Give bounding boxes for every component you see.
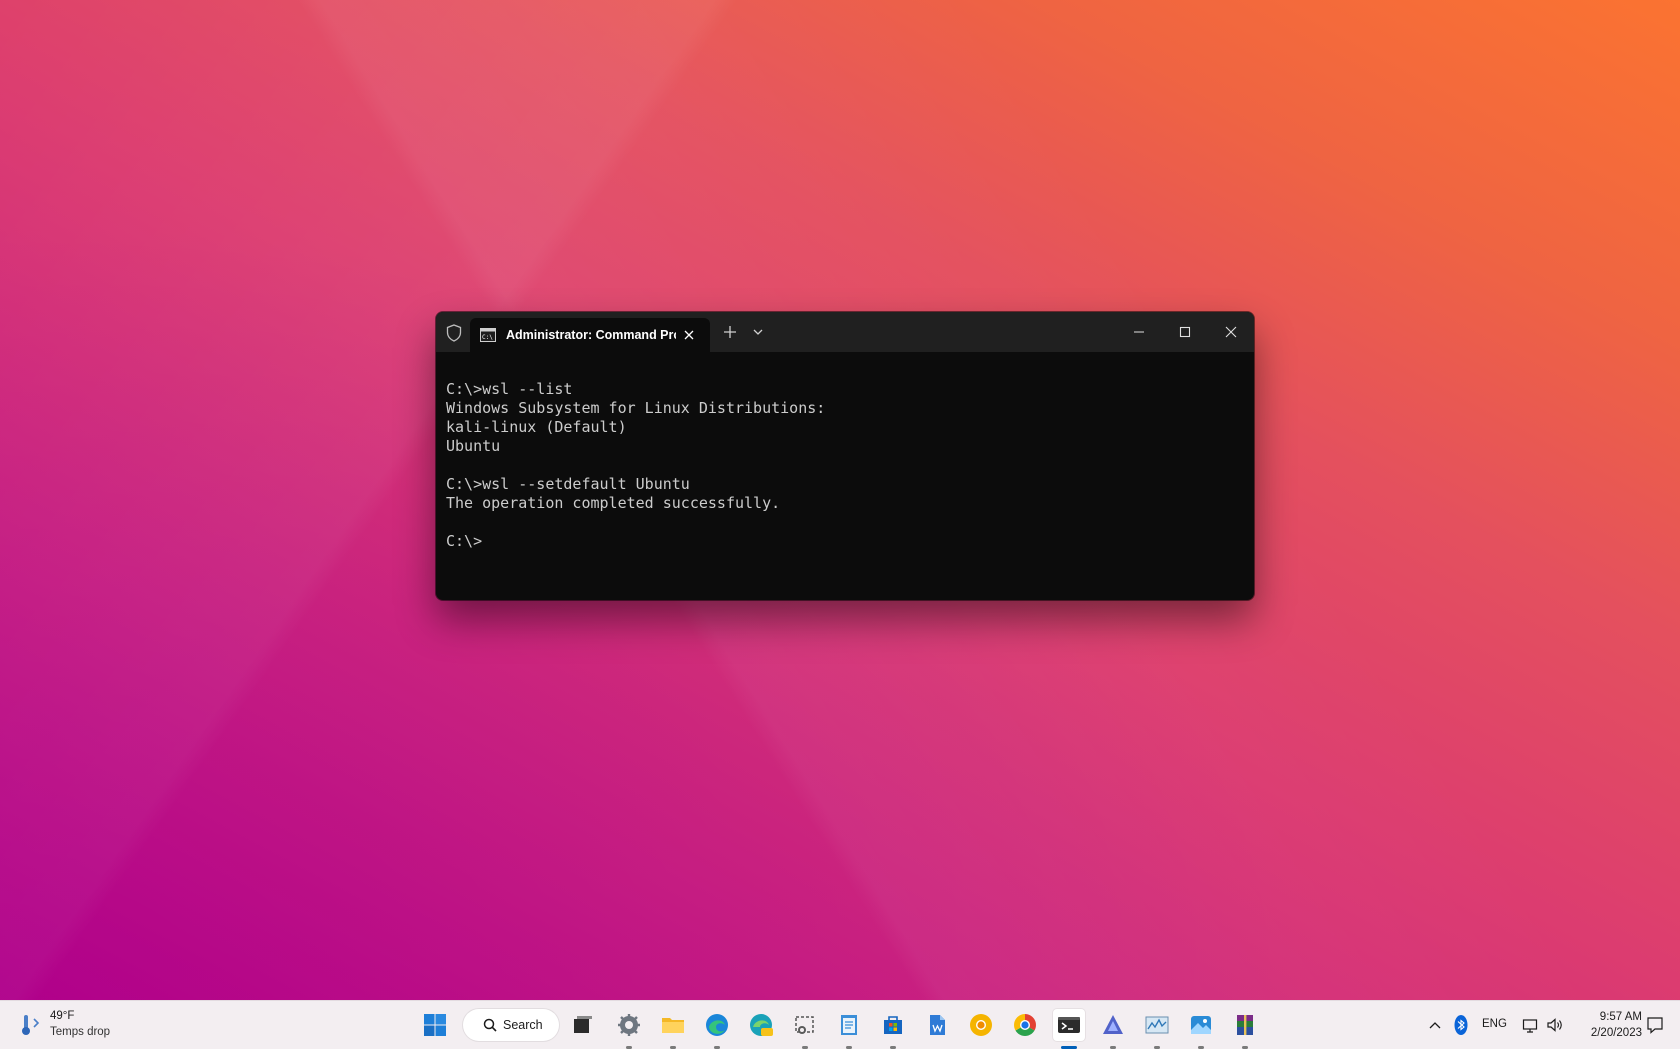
word-document-button[interactable] [921, 1009, 953, 1041]
terminal-button[interactable] [1053, 1009, 1085, 1049]
chevron-down-icon[interactable] [752, 326, 764, 338]
console-line: The operation completed successfully. [446, 494, 781, 512]
maximize-icon [1179, 326, 1191, 338]
input-language[interactable]: ENG [1482, 1018, 1507, 1030]
terminal-icon [1058, 1017, 1080, 1033]
microsoft-store-button[interactable] [877, 1009, 909, 1049]
title-bar[interactable]: C:\ Administrator: Command Pro [436, 312, 1254, 352]
svg-text:C:\: C:\ [482, 334, 493, 341]
close-window-button[interactable] [1208, 312, 1254, 352]
minimize-icon [1134, 331, 1144, 333]
word-document-icon [930, 1015, 945, 1035]
command-prompt-icon: C:\ [480, 328, 496, 342]
thermometer-icon [22, 1015, 40, 1035]
chrome-canary-button[interactable] [965, 1009, 997, 1041]
notepad-button[interactable] [833, 1009, 865, 1049]
search-label: Search [503, 1018, 543, 1032]
search-icon [483, 1018, 497, 1032]
edge-canary-icon [750, 1014, 773, 1036]
weather-condition: Temps drop [50, 1026, 111, 1038]
performance-monitor-button[interactable] [1141, 1009, 1173, 1049]
minimize-button[interactable] [1116, 312, 1162, 352]
console-line: kali-linux (Default) [446, 418, 627, 436]
affinity-button[interactable] [1097, 1009, 1129, 1049]
edge-canary-button[interactable] [745, 1009, 777, 1041]
taskbar-search-button[interactable]: Search [463, 1009, 559, 1041]
console-line: C:\>wsl --setdefault Ubuntu [446, 475, 690, 493]
console-line: Windows Subsystem for Linux Distribution… [446, 399, 826, 417]
maximize-button[interactable] [1162, 312, 1208, 352]
settings-icon [618, 1014, 640, 1036]
tab-command-prompt[interactable]: C:\ Administrator: Command Pro [470, 318, 710, 352]
performance-monitor-icon [1145, 1016, 1169, 1034]
taskbar: 49°F Temps drop Search ENG 9:57 AM 2/20/… [0, 1000, 1680, 1049]
network-icon[interactable] [1522, 1013, 1540, 1037]
chevron-up-icon[interactable] [1428, 1013, 1442, 1037]
snipping-tool-button[interactable] [789, 1009, 821, 1049]
chrome-icon [1014, 1014, 1036, 1036]
console-output[interactable]: C:\>wsl --list Windows Subsystem for Linu… [446, 380, 1244, 551]
snipping-tool-icon [795, 1016, 814, 1034]
close-icon [1225, 326, 1237, 338]
edge-button[interactable] [701, 1009, 733, 1049]
console-line: Ubuntu [446, 437, 501, 455]
clock-time: 9:57 AM [1599, 1011, 1642, 1023]
photos-button[interactable] [1185, 1009, 1217, 1049]
weather-temperature: 49°F [50, 1010, 75, 1022]
chrome-canary-icon [970, 1014, 992, 1036]
volume-icon[interactable] [1546, 1013, 1564, 1037]
tab-title: Administrator: Command Pro [506, 328, 676, 342]
start-button[interactable] [419, 1009, 451, 1041]
windows-logo-icon [424, 1014, 446, 1036]
settings-button[interactable] [613, 1009, 645, 1049]
microsoft-store-icon [884, 1016, 902, 1034]
task-view-button[interactable] [567, 1009, 599, 1041]
console-line: C:\>wsl --list [446, 380, 573, 398]
task-view-icon [574, 1016, 592, 1033]
file-explorer-icon [662, 1018, 684, 1033]
new-tab-icon[interactable] [722, 324, 738, 340]
winrar-button[interactable] [1229, 1009, 1261, 1049]
weather-widget[interactable]: 49°F Temps drop [18, 1009, 128, 1043]
chrome-button[interactable] [1009, 1009, 1041, 1041]
notepad-icon [841, 1015, 857, 1035]
winrar-icon [1237, 1015, 1253, 1035]
shield-icon [446, 324, 462, 342]
photos-icon [1191, 1016, 1211, 1034]
file-explorer-button[interactable] [657, 1009, 689, 1049]
affinity-icon [1103, 1015, 1123, 1034]
notification-icon[interactable] [1646, 1015, 1664, 1035]
edge-icon [706, 1014, 728, 1036]
terminal-window[interactable]: C:\ Administrator: Command Pro C:\>wsl -… [436, 312, 1254, 600]
console-prompt[interactable]: C:\> [446, 532, 1244, 551]
close-tab-icon[interactable] [682, 328, 696, 342]
clock-date: 2/20/2023 [1590, 1027, 1642, 1039]
bluetooth-icon[interactable] [1454, 1013, 1468, 1037]
clock[interactable]: 9:57 AM 2/20/2023 [1572, 1009, 1642, 1041]
